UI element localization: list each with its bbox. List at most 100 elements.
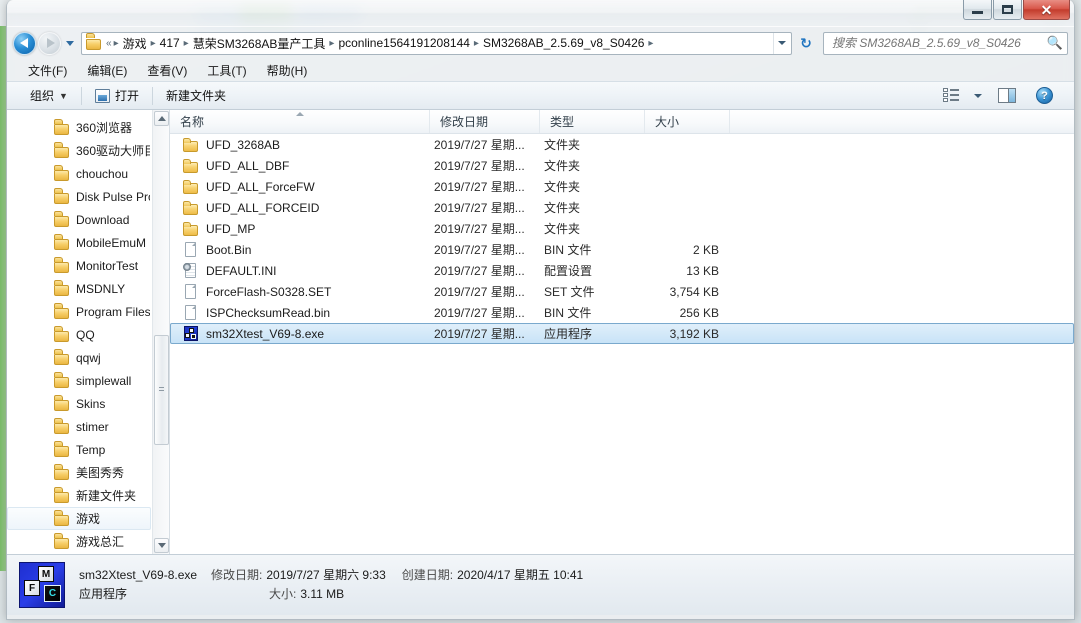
forward-button[interactable]	[38, 32, 61, 55]
title-bar[interactable]: ✕	[7, 0, 1074, 27]
table-row[interactable]: UFD_ALL_DBF2019/7/27 星期...文件夹	[170, 155, 1074, 176]
cell-name: sm32Xtest_V69-8.exe	[171, 326, 431, 342]
table-row[interactable]: UFD_MP 2019/7/27 星期...文件夹	[170, 218, 1074, 239]
toolbar-right-group: ?	[934, 83, 1068, 108]
details-filetype: 应用程序	[79, 585, 211, 604]
scroll-down-button[interactable]	[154, 538, 169, 553]
breadcrumb-item-0[interactable]: 游戏	[120, 34, 150, 53]
table-row[interactable]: Boot.Bin2019/7/27 星期...BIN 文件2 KB	[170, 239, 1074, 260]
sidebar-item-8[interactable]: Program Files	[7, 300, 151, 323]
breadcrumb-item-2[interactable]: 慧荣SM3268AB量产工具	[190, 34, 329, 53]
table-row[interactable]: UFD_3268AB2019/7/27 星期...文件夹	[170, 134, 1074, 155]
cell-type: 文件夹	[541, 136, 646, 153]
cube-letter-m: M	[38, 566, 54, 582]
folder-icon	[54, 375, 70, 388]
ini-icon	[183, 263, 199, 279]
sidebar-item-4[interactable]: Download	[7, 208, 151, 231]
address-bar[interactable]: « ▸ 游戏 ▸ 417 ▸ 慧荣SM3268AB量产工具 ▸ pconline…	[81, 32, 792, 55]
sidebar-item-16[interactable]: 新建文件夹	[7, 484, 151, 507]
cell-name: UFD_ALL_ForceFW	[171, 179, 431, 195]
cell-type: 配置设置	[541, 262, 646, 279]
sidebar-scrollbar[interactable]	[152, 110, 169, 554]
table-row[interactable]: sm32Xtest_V69-8.exe2019/7/27 星期...应用程序3,…	[170, 323, 1074, 344]
file-name-label: Boot.Bin	[206, 243, 251, 257]
scroll-up-button[interactable]	[154, 111, 169, 126]
sidebar-item-label: 游戏	[76, 510, 100, 527]
help-button[interactable]: ?	[1027, 83, 1062, 108]
sidebar-item-15[interactable]: 美图秀秀	[7, 461, 151, 484]
table-row[interactable]: DEFAULT.INI2019/7/27 星期...配置设置13 KB	[170, 260, 1074, 281]
file-name-label: UFD_ALL_ForceFW	[206, 180, 315, 194]
chevron-down-icon: ▼	[59, 91, 68, 101]
back-button[interactable]	[13, 32, 36, 55]
menu-help[interactable]: 帮助(H)	[258, 60, 317, 81]
view-dropdown-button[interactable]	[971, 90, 987, 102]
sidebar-item-0[interactable]: 360浏览器	[7, 116, 151, 139]
folder-icon	[183, 137, 199, 153]
sidebar-item-10[interactable]: qqwj	[7, 346, 151, 369]
sidebar-item-2[interactable]: chouchou	[7, 162, 151, 185]
column-header-type[interactable]: 类型	[540, 110, 645, 133]
menu-edit[interactable]: 编辑(E)	[78, 60, 136, 81]
address-dropdown-button[interactable]	[773, 33, 789, 54]
sidebar-item-5[interactable]: MobileEmuM	[7, 231, 151, 254]
table-row[interactable]: UFD_ALL_ForceFW2019/7/27 星期...文件夹	[170, 176, 1074, 197]
file-name-label: UFD_MP	[206, 222, 255, 236]
sidebar-item-12[interactable]: Skins	[7, 392, 151, 415]
menu-file[interactable]: 文件(F)	[19, 60, 76, 81]
sidebar-item-9[interactable]: QQ	[7, 323, 151, 346]
table-row[interactable]: ForceFlash-S0328.SET2019/7/27 星期...SET 文…	[170, 281, 1074, 302]
breadcrumb-item-1[interactable]: 417	[157, 35, 183, 51]
sidebar-item-14[interactable]: Temp	[7, 438, 151, 461]
breadcrumb-item-3[interactable]: pconline1564191208144	[335, 35, 472, 51]
menu-view[interactable]: 查看(V)	[138, 60, 196, 81]
cell-type: BIN 文件	[541, 304, 646, 321]
column-header-name[interactable]: 名称	[170, 110, 430, 133]
folder-icon	[54, 329, 70, 342]
change-view-button[interactable]	[934, 84, 969, 107]
breadcrumb-item-4[interactable]: SM3268AB_2.5.69_v8_S0426	[480, 35, 647, 51]
forward-arrow-icon	[47, 38, 55, 48]
view-list-icon	[943, 88, 960, 103]
preview-pane-button[interactable]	[989, 84, 1025, 107]
preview-pane-icon	[998, 88, 1016, 103]
cell-date: 2019/7/27 星期...	[431, 220, 541, 237]
nav-buttons	[13, 32, 77, 55]
sidebar-item-label: chouchou	[76, 167, 128, 181]
column-header-date[interactable]: 修改日期	[430, 110, 540, 133]
column-header-size[interactable]: 大小	[645, 110, 730, 133]
sidebar-item-label: 360驱动大师目	[76, 142, 150, 159]
open-button[interactable]: 打开	[86, 83, 148, 108]
new-folder-button[interactable]: 新建文件夹	[157, 83, 235, 108]
cell-date: 2019/7/27 星期...	[431, 325, 541, 342]
menu-tools[interactable]: 工具(T)	[198, 60, 255, 81]
sidebar-item-6[interactable]: MonitorTest	[7, 254, 151, 277]
minimize-button[interactable]	[963, 0, 992, 20]
table-row[interactable]: ISPChecksumRead.bin2019/7/27 星期...BIN 文件…	[170, 302, 1074, 323]
close-button[interactable]: ✕	[1023, 0, 1070, 20]
refresh-button[interactable]: ↻	[795, 32, 817, 55]
breadcrumb-overflow[interactable]: «	[105, 38, 113, 49]
details-filename: sm32Xtest_V69-8.exe	[79, 566, 211, 585]
folder-icon	[54, 421, 70, 434]
file-list-pane[interactable]: 名称 修改日期 类型 大小 UFD_3268AB2019/7/27 星期...文…	[170, 110, 1074, 554]
scrollbar-thumb[interactable]	[154, 335, 169, 445]
sidebar-item-3[interactable]: Disk Pulse Pro	[7, 185, 151, 208]
search-box[interactable]: 🔍	[823, 32, 1068, 55]
sidebar-item-18[interactable]: 游戏总汇	[7, 530, 151, 553]
sidebar-item-11[interactable]: simplewall	[7, 369, 151, 392]
recent-locations-button[interactable]	[63, 32, 77, 55]
sidebar-item-17[interactable]: 游戏	[7, 507, 151, 530]
table-row[interactable]: UFD_ALL_FORCEID2019/7/27 星期...文件夹	[170, 197, 1074, 218]
sidebar-item-13[interactable]: stimer	[7, 415, 151, 438]
sidebar-item-1[interactable]: 360驱动大师目	[7, 139, 151, 162]
sidebar-item-label: MSDNLY	[76, 282, 125, 296]
cell-type: 文件夹	[541, 220, 646, 237]
sidebar-item-7[interactable]: MSDNLY	[7, 277, 151, 300]
navigation-pane[interactable]: 360浏览器 360驱动大师目 chouchou Disk Pulse Pro Down…	[7, 110, 170, 554]
cell-size: 13 KB	[646, 264, 731, 278]
organize-button[interactable]: 组织 ▼	[21, 83, 77, 108]
search-input[interactable]	[830, 35, 1047, 51]
sidebar-item-label: Disk Pulse Pro	[76, 190, 150, 204]
maximize-button[interactable]	[993, 0, 1022, 20]
